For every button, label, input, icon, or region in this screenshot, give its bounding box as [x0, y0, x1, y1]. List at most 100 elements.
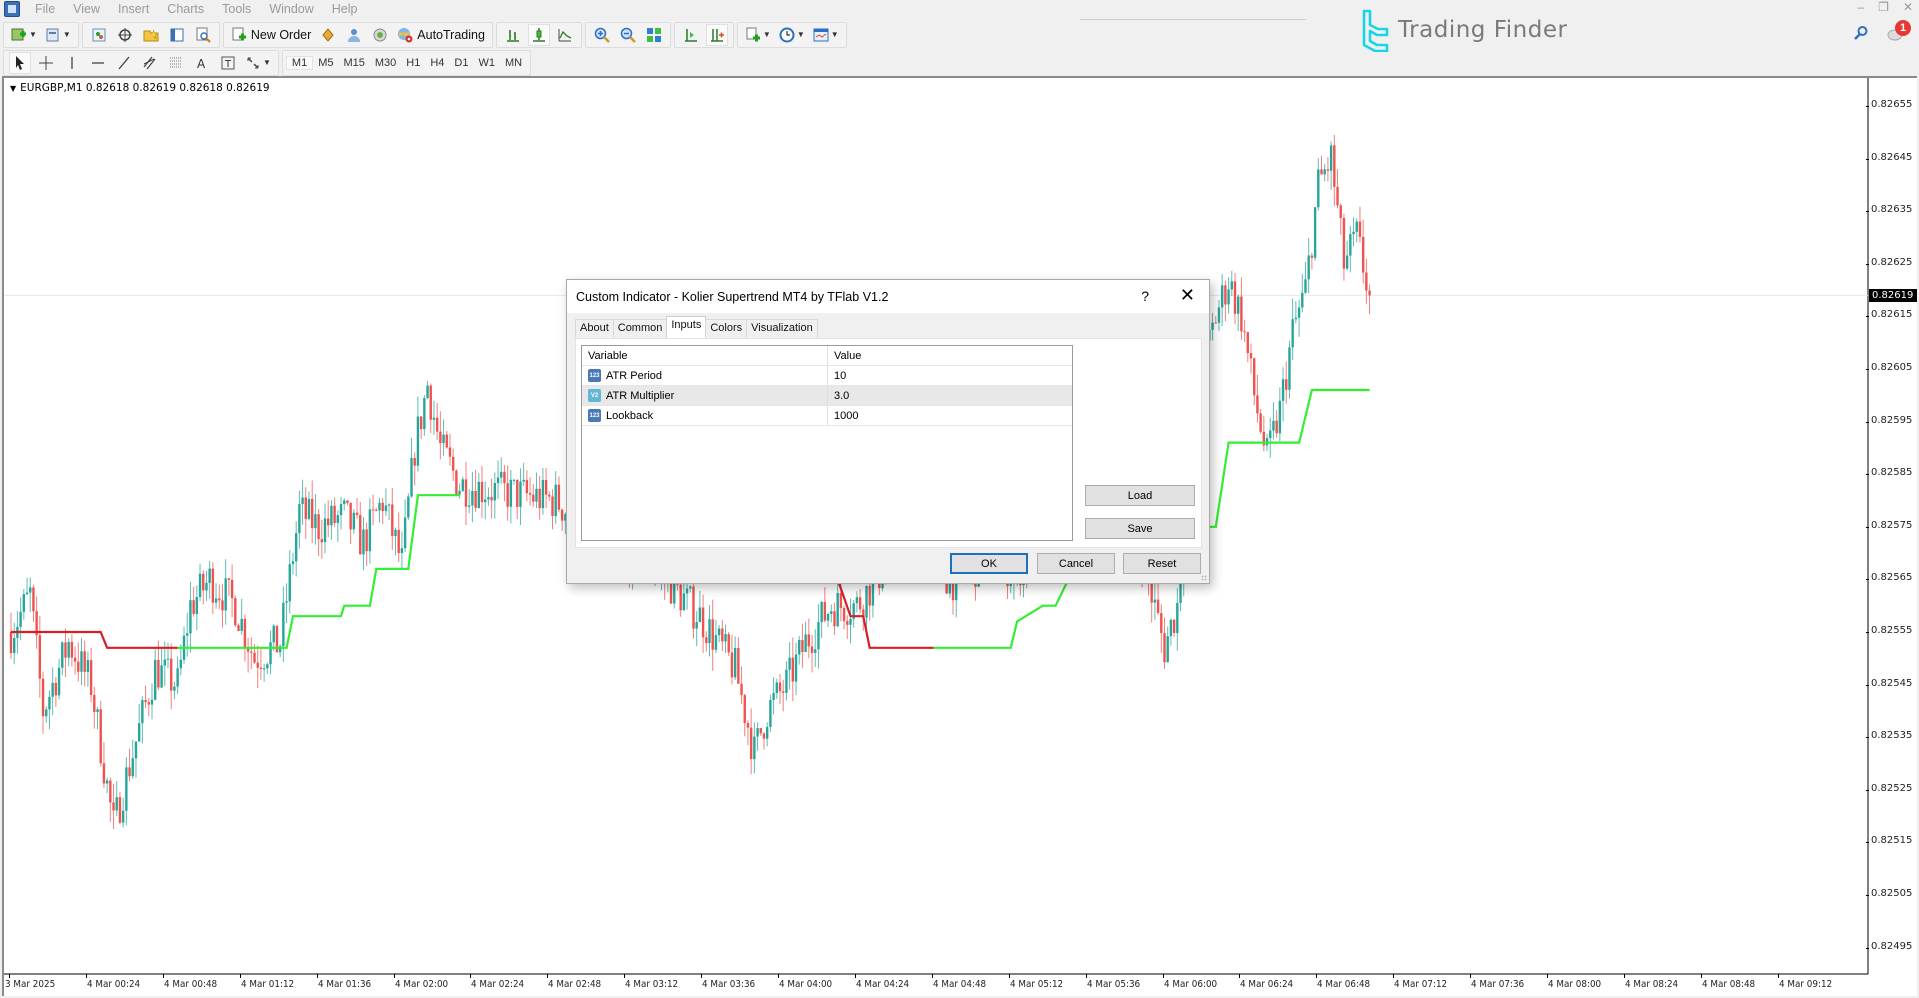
menu-tools[interactable]: Tools: [213, 2, 260, 16]
candle-body: [330, 505, 333, 526]
candle-body: [798, 639, 801, 655]
market-button[interactable]: [369, 24, 391, 46]
line-chart-button[interactable]: [554, 24, 576, 46]
text-button[interactable]: A: [191, 52, 213, 74]
tile-windows-button[interactable]: [643, 24, 665, 46]
cancel-button[interactable]: Cancel: [1037, 553, 1115, 574]
channel-button[interactable]: [139, 52, 161, 74]
fibonacci-button[interactable]: [165, 52, 187, 74]
navigator-button[interactable]: [140, 24, 162, 46]
close-window-icon[interactable]: ✕: [1903, 0, 1913, 14]
restore-icon[interactable]: ❐: [1878, 0, 1889, 14]
dialog-tabs: About Common Inputs Colors Visualization: [575, 316, 818, 338]
ok-button[interactable]: OK: [950, 553, 1028, 574]
tab-inputs[interactable]: Inputs: [666, 316, 707, 338]
candle-body: [419, 416, 423, 430]
menu-help[interactable]: Help: [323, 2, 367, 16]
candle-body: [461, 479, 464, 491]
autoscroll-button[interactable]: [705, 23, 728, 46]
bar-chart-button[interactable]: [502, 24, 524, 46]
value-cell[interactable]: 1000: [828, 406, 1072, 425]
candle-body: [484, 499, 487, 503]
timeframe-m5[interactable]: M5: [313, 57, 338, 69]
arrows-button[interactable]: ▼: [243, 52, 273, 74]
menu-insert[interactable]: Insert: [109, 2, 158, 16]
save-button[interactable]: Save: [1085, 518, 1195, 539]
input-row-atr-multiplier[interactable]: V2 ATR Multiplier 3.0: [582, 386, 1072, 406]
chart-menu-triangle-icon[interactable]: ▼: [10, 84, 16, 93]
candle-body: [237, 625, 240, 631]
timeframe-h1[interactable]: H1: [401, 57, 425, 69]
tab-common[interactable]: Common: [612, 319, 668, 338]
cursor-button[interactable]: [9, 51, 31, 74]
data-window-button[interactable]: [114, 24, 136, 46]
tab-colors[interactable]: Colors: [705, 319, 748, 338]
zoom-out-button[interactable]: [617, 24, 639, 46]
candle-body: [397, 529, 400, 554]
candle-body: [749, 727, 753, 760]
market-watch-button[interactable]: [88, 24, 110, 46]
timeframe-m30[interactable]: M30: [370, 57, 401, 69]
candle-body: [490, 497, 493, 501]
input-row-atr-period[interactable]: 123 ATR Period 10: [582, 366, 1072, 386]
timeframe-w1[interactable]: W1: [473, 57, 500, 69]
help-button[interactable]: ?: [1141, 288, 1149, 304]
candle-body: [1220, 285, 1224, 308]
search-icon[interactable]: [1853, 25, 1869, 41]
zoom-in-button[interactable]: [591, 24, 613, 46]
candlestick-button[interactable]: [527, 23, 550, 46]
terminal-button[interactable]: [166, 24, 188, 46]
timeframe-d1[interactable]: D1: [449, 57, 473, 69]
vertical-line-button[interactable]: [61, 52, 83, 74]
reset-button[interactable]: Reset: [1123, 553, 1201, 574]
value-cell[interactable]: 3.0: [828, 386, 1072, 405]
new-chart-button[interactable]: ▼: [9, 24, 39, 46]
time-tick: [1239, 974, 1241, 978]
time-tick: [393, 974, 395, 978]
candle-body: [701, 607, 705, 638]
timeframe-h4[interactable]: H4: [425, 57, 449, 69]
notifications-button[interactable]: 1: [1887, 20, 1911, 42]
chart-shift-button[interactable]: [680, 24, 702, 46]
menu-view[interactable]: View: [64, 2, 109, 16]
menu-file[interactable]: File: [26, 2, 64, 16]
strategy-tester-button[interactable]: [192, 24, 214, 46]
profiles-button[interactable]: ▼: [43, 24, 73, 46]
timeframe-mn[interactable]: MN: [500, 57, 527, 69]
input-row-lookback[interactable]: 123 Lookback 1000: [582, 406, 1072, 426]
candle-body: [471, 490, 474, 506]
text-label-button[interactable]: T: [217, 52, 239, 74]
timeframe-m1[interactable]: M1: [285, 55, 314, 70]
tab-visualization[interactable]: Visualization: [746, 319, 818, 338]
candle-body: [1153, 599, 1157, 603]
horizontal-line-button[interactable]: [87, 52, 109, 74]
candle-body: [378, 502, 381, 511]
close-dialog-button[interactable]: ✕: [1180, 285, 1195, 306]
candle-body: [1233, 281, 1237, 314]
candle-body: [810, 646, 814, 653]
top-right-icons: 1: [1853, 20, 1911, 42]
timeframe-m15[interactable]: M15: [338, 57, 369, 69]
menu-charts[interactable]: Charts: [158, 2, 213, 16]
strategy-tester-icon: [196, 27, 211, 43]
candle-body: [788, 657, 791, 670]
resize-grip-icon[interactable]: [1201, 575, 1207, 581]
load-button[interactable]: Load: [1085, 485, 1195, 506]
crosshair-button[interactable]: [35, 52, 57, 74]
candle-body: [320, 539, 324, 543]
tab-about[interactable]: About: [575, 319, 614, 338]
new-order-button[interactable]: New Order: [229, 24, 313, 46]
value-cell[interactable]: 10: [828, 366, 1072, 385]
periods-button[interactable]: ▼: [777, 24, 807, 46]
metaeditor-button[interactable]: [317, 24, 339, 46]
templates-button[interactable]: ▼: [811, 24, 841, 46]
dialog-titlebar[interactable]: Custom Indicator - Kolier Supertrend MT4…: [567, 280, 1209, 313]
menu-window[interactable]: Window: [260, 2, 322, 16]
signals-button[interactable]: [343, 24, 365, 46]
trendline-button[interactable]: [113, 52, 135, 74]
candle-body: [814, 649, 817, 653]
minimize-icon[interactable]: –: [1857, 0, 1864, 14]
indicators-button[interactable]: ▼: [743, 24, 773, 46]
autotrading-button[interactable]: AutoTrading: [395, 24, 487, 46]
time-tick: [239, 974, 241, 978]
